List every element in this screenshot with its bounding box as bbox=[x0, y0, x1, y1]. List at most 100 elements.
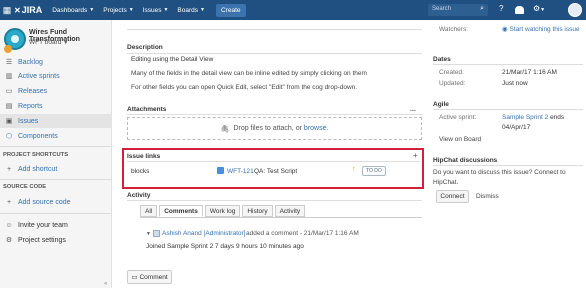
gear-icon: ⚙ bbox=[5, 237, 13, 244]
tab-history[interactable]: History bbox=[242, 205, 273, 217]
invite-user-icon: ☺ bbox=[5, 221, 13, 229]
collapse-comment-icon[interactable]: ▼ bbox=[146, 231, 151, 237]
sprint-end-date: 04/Apr/17 bbox=[502, 124, 531, 131]
jira-logo-icon: ✕ bbox=[14, 5, 21, 15]
section-divider bbox=[433, 64, 583, 65]
issue-type-icon bbox=[217, 167, 224, 174]
add-source-code-link[interactable]: + Add source code bbox=[0, 195, 112, 209]
section-divider bbox=[127, 29, 422, 30]
tab-activity[interactable]: Activity bbox=[274, 205, 306, 217]
view-on-board-link[interactable]: View on Board bbox=[439, 136, 481, 143]
sidebar-item-backlog[interactable]: ☰ Backlog bbox=[0, 55, 112, 69]
project-settings-link[interactable]: ⚙ Project settings bbox=[0, 233, 112, 247]
active-sprint-value: Sample Sprint 2 ends bbox=[502, 114, 565, 121]
description-text[interactable]: For other fields you can open Quick Edit… bbox=[131, 84, 357, 91]
watchers-label: Watchers: bbox=[439, 26, 469, 33]
sidebar-item-releases[interactable]: ▭ Releases bbox=[0, 84, 112, 98]
help-icon[interactable]: ? bbox=[499, 4, 503, 13]
attachments-heading: Attachments bbox=[127, 106, 167, 113]
invite-team-link[interactable]: ☺ Invite your team bbox=[0, 218, 112, 232]
active-sprint-label: Active sprint: bbox=[439, 114, 477, 121]
updated-label: Updated: bbox=[439, 80, 466, 87]
menu-boards[interactable]: Boards ▼ bbox=[177, 7, 205, 14]
chevron-down-icon: ▼ bbox=[200, 7, 205, 13]
project-shortcuts-heading: PROJECT SHORTCUTS bbox=[3, 152, 69, 158]
sidebar-item-reports[interactable]: ▤ Reports bbox=[0, 99, 112, 113]
section-divider bbox=[127, 53, 422, 54]
issues-icon: ▣ bbox=[5, 118, 13, 125]
top-navigation-bar: ▦ ✕ JIRA Dashboards ▼ Projects ▼ Issues ▼ Bo… bbox=[0, 0, 586, 20]
chevron-down-icon: ▼ bbox=[89, 7, 95, 13]
attachments-menu-icon[interactable]: ... bbox=[410, 106, 416, 113]
menu-issues[interactable]: Issues ▼ bbox=[143, 7, 169, 14]
reports-icon: ▤ bbox=[5, 103, 13, 110]
chevron-down-icon: ▼ bbox=[128, 7, 134, 13]
chevron-down-icon: ▼ bbox=[163, 7, 169, 13]
hipchat-heading: HipChat discussions bbox=[433, 157, 498, 164]
sidebar-divider bbox=[0, 179, 111, 180]
section-divider bbox=[127, 200, 422, 201]
components-icon: ⬡ bbox=[5, 133, 13, 140]
sprint-link[interactable]: Sample Sprint 2 bbox=[502, 114, 548, 121]
sprints-icon: ▥ bbox=[5, 73, 13, 80]
tab-comments[interactable]: Comments bbox=[159, 205, 203, 217]
description-heading: Description bbox=[127, 44, 163, 51]
comment-author[interactable]: Ashish Anand [Administrator] bbox=[162, 230, 245, 237]
menu-dashboards[interactable]: Dashboards ▼ bbox=[52, 7, 94, 14]
app-switcher-icon[interactable]: ▦ bbox=[0, 0, 14, 20]
issue-links-heading: Issue links bbox=[127, 153, 161, 160]
updated-value: Just now bbox=[502, 80, 528, 87]
dismiss-link[interactable]: Dismiss bbox=[476, 193, 499, 200]
sidebar-item-issues[interactable]: ▣ Issues bbox=[0, 114, 112, 128]
status-badge: TO DO bbox=[362, 166, 386, 176]
settings-icon[interactable]: ⚙▼ bbox=[533, 4, 545, 13]
menu-projects[interactable]: Projects ▼ bbox=[103, 7, 133, 14]
description-text[interactable]: Many of the fields in the detail view ca… bbox=[131, 70, 367, 77]
collapse-sidebar-icon[interactable]: « bbox=[104, 281, 107, 287]
tab-work-log[interactable]: Work log bbox=[204, 205, 241, 217]
sidebar-item-components[interactable]: ⬡ Components bbox=[0, 129, 112, 143]
description-title[interactable]: Editing using the Detail View bbox=[131, 56, 213, 63]
backlog-icon: ☰ bbox=[5, 59, 13, 66]
create-button[interactable]: Create bbox=[215, 3, 246, 17]
agile-heading: Agile bbox=[433, 101, 449, 108]
sidebar-divider bbox=[0, 146, 111, 147]
section-divider bbox=[127, 161, 420, 162]
section-divider bbox=[433, 109, 583, 110]
eye-icon: ◉ bbox=[502, 26, 508, 33]
project-sidebar: Wires Fund Transformation WFT board ▼ ☰ B… bbox=[0, 20, 112, 288]
notifications-icon[interactable] bbox=[515, 6, 524, 14]
activity-tabs: All Comments Work log History Activity bbox=[140, 205, 307, 217]
tab-underline bbox=[140, 217, 422, 218]
comment-body: Joined Sample Sprint 2 7 days 9 hours 10… bbox=[146, 243, 304, 250]
add-shortcut-link[interactable]: + Add shortcut bbox=[0, 162, 112, 176]
project-badge-icon bbox=[4, 45, 12, 53]
board-selector[interactable]: WFT board ▼ bbox=[29, 39, 68, 46]
comment-button[interactable]: ▭ Comment bbox=[127, 270, 172, 284]
created-value: 21/Mar/17 1:16 AM bbox=[502, 69, 557, 76]
paperclip-icon: 🖇 bbox=[220, 125, 230, 133]
linked-issue-summary[interactable]: QA: Test Script bbox=[254, 168, 297, 175]
sidebar-divider bbox=[0, 213, 111, 214]
section-divider bbox=[433, 165, 583, 166]
dates-heading: Dates bbox=[433, 56, 451, 63]
linked-issue-key[interactable]: WFT-121 bbox=[227, 168, 254, 175]
releases-icon: ▭ bbox=[5, 88, 13, 95]
start-watching-link[interactable]: ◉ Start watching this issue bbox=[502, 25, 582, 34]
tab-all[interactable]: All bbox=[140, 205, 158, 217]
plus-icon: + bbox=[6, 165, 12, 173]
attachment-dropzone[interactable]: 🖇 Drop files to attach, or browse. bbox=[127, 117, 422, 140]
comment-icon: ▭ bbox=[131, 274, 138, 281]
sidebar-item-active-sprints[interactable]: ▥ Active sprints bbox=[0, 69, 112, 83]
browse-link[interactable]: browse. bbox=[304, 125, 329, 132]
chevron-down-icon: ▼ bbox=[63, 40, 69, 46]
user-avatar[interactable] bbox=[568, 3, 582, 17]
search-input[interactable]: Search ⌕ bbox=[428, 4, 488, 16]
link-relation: blocks bbox=[131, 168, 150, 175]
jira-logo[interactable]: ✕ JIRA bbox=[14, 5, 42, 15]
search-icon: ⌕ bbox=[480, 5, 484, 12]
chevron-down-icon: ▼ bbox=[540, 7, 546, 13]
connect-button[interactable]: Connect bbox=[436, 190, 469, 203]
add-link-icon[interactable]: + bbox=[413, 151, 418, 160]
priority-high-icon: ↑ bbox=[352, 166, 356, 173]
